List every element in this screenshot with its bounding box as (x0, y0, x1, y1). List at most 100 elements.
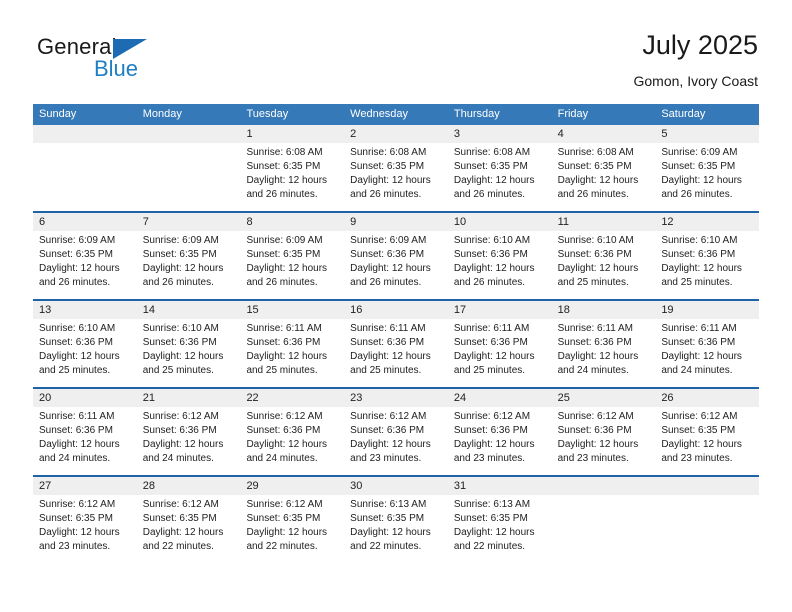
day-number[interactable]: 29 (240, 477, 344, 495)
week-detail-row: Sunrise: 6:12 AM Sunset: 6:35 PM Daylight:… (33, 495, 759, 563)
week-date-bar: 13 14 15 16 17 18 19 (33, 301, 759, 319)
day-number[interactable]: 8 (240, 213, 344, 231)
weekday-header-monday: Monday (142, 108, 182, 120)
sunset-text: Sunset: 6:36 PM (350, 337, 425, 348)
day-number[interactable]: 17 (448, 301, 552, 319)
day-cell[interactable]: Sunrise: 6:09 AM Sunset: 6:36 PM Daylight:… (344, 231, 448, 299)
day-cell[interactable]: Sunrise: 6:10 AM Sunset: 6:36 PM Daylight:… (448, 231, 552, 299)
sunset-text: Sunset: 6:35 PM (661, 425, 736, 436)
day-number[interactable]: 25 (552, 389, 656, 407)
day-number[interactable]: 21 (137, 389, 241, 407)
calendar-week-row: 20 21 22 23 24 25 26 Sunrise: 6:11 AM Sunset: 6:… (33, 387, 759, 475)
day-number[interactable]: 18 (552, 301, 656, 319)
day-number[interactable]: 5 (655, 125, 759, 143)
daylight-text-line2: and 24 minutes. (142, 453, 214, 464)
sunrise-text: Sunrise: 6:09 AM (142, 235, 219, 246)
day-cell[interactable]: Sunrise: 6:09 AM Sunset: 6:35 PM Daylight:… (655, 143, 759, 211)
daylight-text-line2: and 25 minutes. (142, 365, 214, 376)
daylight-text-line2: and 23 minutes. (350, 453, 422, 464)
daylight-text-line2: and 26 minutes. (557, 189, 629, 200)
day-number[interactable]: 15 (240, 301, 344, 319)
day-cell[interactable]: Sunrise: 6:12 AM Sunset: 6:36 PM Daylight:… (137, 407, 241, 475)
day-number[interactable]: 2 (344, 125, 448, 143)
day-cell[interactable]: Sunrise: 6:09 AM Sunset: 6:35 PM Daylight:… (240, 231, 344, 299)
day-cell[interactable]: Sunrise: 6:12 AM Sunset: 6:35 PM Daylight:… (33, 495, 137, 563)
sunrise-text: Sunrise: 6:12 AM (246, 499, 323, 510)
day-number[interactable]: 27 (33, 477, 137, 495)
day-number[interactable]: 30 (344, 477, 448, 495)
day-cell[interactable]: Sunrise: 6:11 AM Sunset: 6:36 PM Daylight:… (552, 319, 656, 387)
day-number[interactable]: 7 (137, 213, 241, 231)
day-cell[interactable]: Sunrise: 6:10 AM Sunset: 6:36 PM Daylight:… (655, 231, 759, 299)
day-number[interactable]: 13 (33, 301, 137, 319)
sunset-text: Sunset: 6:36 PM (557, 425, 632, 436)
day-cell[interactable]: Sunrise: 6:09 AM Sunset: 6:35 PM Daylight:… (33, 231, 137, 299)
day-number[interactable]: 20 (33, 389, 137, 407)
day-number[interactable]: 28 (137, 477, 241, 495)
day-cell[interactable]: Sunrise: 6:11 AM Sunset: 6:36 PM Daylight:… (240, 319, 344, 387)
day-number[interactable]: 9 (344, 213, 448, 231)
day-cell[interactable]: Sunrise: 6:12 AM Sunset: 6:36 PM Daylight:… (344, 407, 448, 475)
daylight-text-line1: Daylight: 12 hours (453, 175, 535, 186)
day-cell[interactable]: Sunrise: 6:12 AM Sunset: 6:36 PM Daylight:… (448, 407, 552, 475)
day-number[interactable]: 1 (240, 125, 344, 143)
day-cell[interactable]: Sunrise: 6:11 AM Sunset: 6:36 PM Daylight:… (448, 319, 552, 387)
day-cell[interactable]: Sunrise: 6:11 AM Sunset: 6:36 PM Daylight:… (33, 407, 137, 475)
sunrise-text: Sunrise: 6:08 AM (246, 147, 323, 158)
day-number[interactable]: 16 (344, 301, 448, 319)
day-cell[interactable]: Sunrise: 6:12 AM Sunset: 6:35 PM Daylight:… (137, 495, 241, 563)
day-cell[interactable]: Sunrise: 6:11 AM Sunset: 6:36 PM Daylight:… (344, 319, 448, 387)
day-cell[interactable]: Sunrise: 6:12 AM Sunset: 6:35 PM Daylight:… (655, 407, 759, 475)
day-number[interactable]: 22 (240, 389, 344, 407)
daylight-text-line1: Daylight: 12 hours (350, 263, 431, 274)
day-cell[interactable]: Sunrise: 6:10 AM Sunset: 6:36 PM Daylight:… (137, 319, 241, 387)
day-cell[interactable]: Sunrise: 6:12 AM Sunset: 6:35 PM Daylight:… (240, 495, 344, 563)
day-number[interactable]: 19 (655, 301, 759, 319)
daylight-text-line2: and 24 minutes. (39, 453, 111, 464)
sunrise-text: Sunrise: 6:12 AM (39, 499, 116, 510)
day-cell[interactable]: Sunrise: 6:08 AM Sunset: 6:35 PM Daylight:… (344, 143, 448, 211)
day-cell[interactable]: Sunrise: 6:11 AM Sunset: 6:36 PM Daylight:… (655, 319, 759, 387)
day-number[interactable]: 6 (33, 213, 137, 231)
day-number[interactable]: 24 (448, 389, 552, 407)
day-cell-empty (33, 143, 137, 211)
general-blue-logo[interactable]: General Blue (37, 34, 237, 94)
day-cell[interactable]: Sunrise: 6:13 AM Sunset: 6:35 PM Daylight:… (448, 495, 552, 563)
daylight-text-line2: and 23 minutes. (661, 453, 733, 464)
title-block: July 2025 Gomon, Ivory Coast (634, 28, 759, 91)
daylight-text-line1: Daylight: 12 hours (39, 351, 120, 362)
sunset-text: Sunset: 6:35 PM (453, 513, 528, 524)
day-cell[interactable]: Sunrise: 6:13 AM Sunset: 6:35 PM Daylight:… (344, 495, 448, 563)
day-number-empty (137, 125, 241, 143)
sunrise-text: Sunrise: 6:09 AM (246, 235, 323, 246)
daylight-text-line2: and 25 minutes. (661, 277, 733, 288)
day-cell[interactable]: Sunrise: 6:08 AM Sunset: 6:35 PM Daylight:… (448, 143, 552, 211)
day-number[interactable]: 23 (344, 389, 448, 407)
day-cell[interactable]: Sunrise: 6:08 AM Sunset: 6:35 PM Daylight:… (552, 143, 656, 211)
day-number[interactable]: 4 (552, 125, 656, 143)
calendar-weeks: 1 2 3 4 5 Sunrise: 6:08 AM Sunset: 6:35 PM Dayl… (33, 125, 759, 563)
day-number[interactable]: 3 (448, 125, 552, 143)
logo-text-blue: Blue (94, 56, 139, 81)
day-number[interactable]: 31 (448, 477, 552, 495)
day-cell[interactable]: Sunrise: 6:08 AM Sunset: 6:35 PM Daylight:… (240, 143, 344, 211)
sunrise-text: Sunrise: 6:12 AM (557, 411, 634, 422)
day-number[interactable]: 12 (655, 213, 759, 231)
day-cell[interactable]: Sunrise: 6:09 AM Sunset: 6:35 PM Daylight:… (137, 231, 241, 299)
sunset-text: Sunset: 6:35 PM (557, 161, 632, 172)
day-number[interactable]: 11 (552, 213, 656, 231)
week-detail-row: Sunrise: 6:08 AM Sunset: 6:35 PM Daylight:… (33, 143, 759, 211)
sunrise-text: Sunrise: 6:10 AM (661, 235, 738, 246)
daylight-text-line1: Daylight: 12 hours (661, 351, 742, 362)
day-cell[interactable]: Sunrise: 6:12 AM Sunset: 6:36 PM Daylight:… (552, 407, 656, 475)
day-cell[interactable]: Sunrise: 6:12 AM Sunset: 6:36 PM Daylight:… (240, 407, 344, 475)
day-number[interactable]: 26 (655, 389, 759, 407)
day-number[interactable]: 10 (448, 213, 552, 231)
day-number[interactable]: 14 (137, 301, 241, 319)
calendar-page: General Blue July 2025 Gomon, Ivory Coas… (0, 0, 792, 612)
sunset-text: Sunset: 6:36 PM (246, 425, 321, 436)
day-cell[interactable]: Sunrise: 6:10 AM Sunset: 6:36 PM Daylight:… (552, 231, 656, 299)
sunrise-text: Sunrise: 6:08 AM (453, 147, 531, 158)
sunrise-text: Sunrise: 6:11 AM (39, 411, 115, 422)
day-cell[interactable]: Sunrise: 6:10 AM Sunset: 6:36 PM Daylight:… (33, 319, 137, 387)
